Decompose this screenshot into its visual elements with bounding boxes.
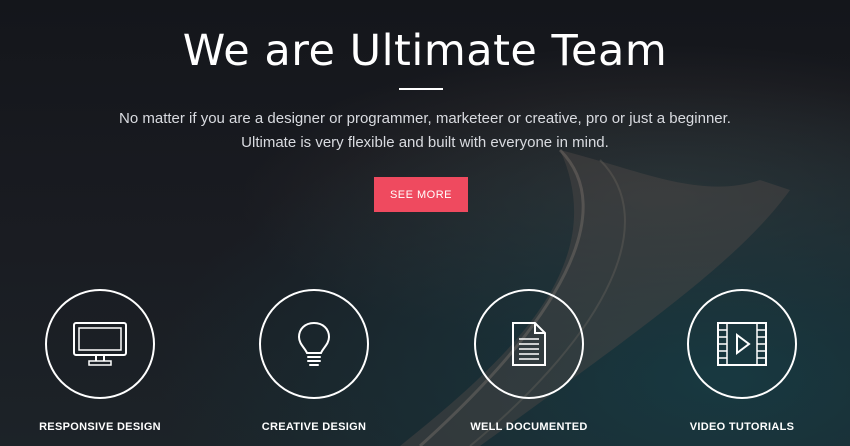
feature-label: WELL DOCUMENTED xyxy=(470,421,588,433)
video-icon xyxy=(717,322,767,366)
hero-subtitle: No matter if you are a designer or progr… xyxy=(0,107,850,155)
feature-video-tutorials[interactable]: VIDEO TUTORIALS xyxy=(672,289,812,433)
subtitle-line-1: No matter if you are a designer or progr… xyxy=(119,110,731,127)
feature-label: CREATIVE DESIGN xyxy=(261,421,367,433)
subtitle-line-2: Ultimate is very flexible and built with… xyxy=(241,134,609,151)
feature-circle xyxy=(687,289,797,399)
feature-label: VIDEO TUTORIALS xyxy=(689,421,795,433)
lightbulb-icon xyxy=(297,321,331,366)
feature-creative-design[interactable]: CREATIVE DESIGN xyxy=(244,289,384,433)
document-icon xyxy=(512,322,546,366)
title-divider xyxy=(399,88,443,90)
feature-responsive-design[interactable]: RESPONSIVE DESIGN xyxy=(30,289,170,433)
feature-label: RESPONSIVE DESIGN xyxy=(39,421,161,433)
feature-circle xyxy=(45,289,155,399)
feature-well-documented[interactable]: WELL DOCUMENTED xyxy=(459,289,599,433)
feature-circle xyxy=(474,289,584,399)
see-more-button[interactable]: SEE MORE xyxy=(374,177,468,212)
feature-circle xyxy=(259,289,369,399)
monitor-icon xyxy=(73,322,127,366)
hero-title: We are Ultimate Team xyxy=(182,26,668,76)
